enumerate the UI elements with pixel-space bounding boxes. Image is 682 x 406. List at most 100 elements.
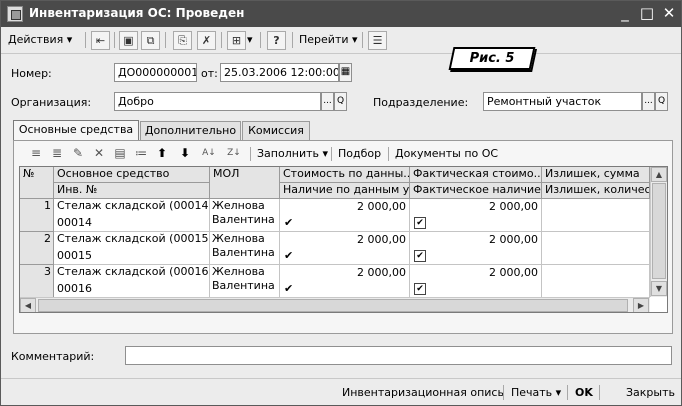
organization-label: Организация:	[11, 96, 92, 109]
fill-menu-button[interactable]: Заполнить ▾	[255, 144, 330, 163]
comment-label: Комментарий:	[11, 350, 95, 363]
date-field[interactable]: 25.03.2006 12:00:00	[220, 63, 339, 82]
column-header-inv[interactable]: Инв. №	[54, 183, 210, 199]
tab-commission[interactable]: Комиссия	[242, 121, 310, 140]
mol-name: Валентина	[212, 246, 275, 259]
cost-fact-value: 2 000,00	[489, 266, 538, 279]
table-row-mol[interactable]: Желнова Валентина	[210, 265, 280, 298]
copy-row-icon[interactable]: ≣	[50, 146, 64, 160]
department-open-icon[interactable]: Q	[655, 92, 668, 111]
table-row-cost-fact[interactable]: 2 000,00 ✔	[410, 265, 542, 298]
copy-icon[interactable]: ⎘	[173, 31, 192, 50]
minimize-button[interactable]: _	[615, 4, 635, 23]
mol-name: Валентина	[212, 279, 275, 292]
table-row-surplus[interactable]	[542, 265, 650, 298]
column-header-asset[interactable]: Основное средство	[54, 167, 210, 183]
column-header-surplus-sum[interactable]: Излишек, сумма	[542, 167, 650, 183]
tab-additional[interactable]: Дополнительно	[140, 121, 241, 140]
scroll-up-icon[interactable]: ▲	[651, 167, 667, 182]
select-button[interactable]: Подбор	[336, 144, 383, 163]
comment-field[interactable]	[125, 346, 672, 365]
end-edit-icon[interactable]: ▤	[113, 146, 127, 160]
create-based-dropdown-icon[interactable]: ▾	[247, 30, 253, 51]
table-row-cost-data[interactable]: 2 000,00 ✔	[280, 199, 410, 232]
department-field[interactable]: Ремонтный участок	[483, 92, 642, 111]
table-toolbar-divider	[331, 147, 332, 161]
move-up-icon[interactable]: ⬆	[155, 146, 169, 160]
presence-fact-checkbox[interactable]: ✔	[414, 283, 426, 295]
movements-icon[interactable]: ▣	[119, 31, 138, 50]
footer-divider	[503, 385, 504, 400]
inventory-list-button[interactable]: Инвентаризационная опись	[339, 383, 507, 402]
toolbar-divider	[292, 32, 293, 48]
table-row-mol[interactable]: Желнова Валентина	[210, 199, 280, 232]
structure-icon[interactable]: ⧉	[141, 31, 160, 50]
help-icon[interactable]: ?	[267, 31, 286, 50]
journal-icon[interactable]: ☰	[368, 31, 387, 50]
table-row-asset[interactable]: Стелаж складской (00016) 00016	[54, 265, 210, 298]
table-row-asset[interactable]: Стелаж складской (00014) 00014	[54, 199, 210, 232]
close-window-button[interactable]: ✕	[659, 4, 679, 23]
table-row-asset[interactable]: Стелаж складской (00015) 00015	[54, 232, 210, 265]
post-document-icon[interactable]: ⇤	[91, 31, 110, 50]
scroll-right-icon[interactable]: ▶	[633, 298, 649, 312]
table-row-mol[interactable]: Желнова Валентина	[210, 232, 280, 265]
horizontal-scroll-thumb[interactable]	[38, 299, 628, 312]
column-header-cost-data[interactable]: Стоимость по данны...	[280, 167, 410, 183]
row-settings-icon[interactable]: ≔	[134, 146, 148, 160]
print-menu-button[interactable]: Печать ▾	[508, 383, 564, 402]
ok-button[interactable]: OK	[572, 383, 596, 402]
scroll-down-icon[interactable]: ▼	[651, 281, 667, 296]
calendar-icon[interactable]: ▦	[339, 63, 352, 82]
delete-row-icon[interactable]: ✕	[92, 146, 106, 160]
add-row-icon[interactable]: ≡	[29, 146, 43, 160]
column-header-number[interactable]: №	[20, 167, 54, 199]
row-number: 1	[20, 199, 54, 232]
asset-inventory-number: 00016	[57, 282, 92, 295]
table-row-surplus[interactable]	[542, 199, 650, 232]
move-down-icon[interactable]: ⬇	[178, 146, 192, 160]
department-select-button[interactable]: ...	[642, 92, 655, 111]
dropdown-arrow-icon: ▾	[66, 33, 73, 46]
asset-documents-button[interactable]: Документы по ОС	[393, 144, 500, 163]
app-icon	[7, 6, 23, 22]
delete-mark-icon[interactable]: ✗	[197, 31, 216, 50]
toolbar-divider	[85, 32, 86, 48]
create-based-icon[interactable]: ⊞	[227, 31, 246, 50]
goto-menu-label: Перейти	[299, 33, 349, 46]
number-field[interactable]: ДО000000001	[114, 63, 197, 82]
presence-data-check-icon: ✔	[284, 249, 294, 262]
title-bar[interactable]: Инвентаризация ОС: Проведен _ □ ✕	[1, 1, 681, 27]
actions-menu-button[interactable]: Действия ▾	[5, 30, 75, 51]
table-row-cost-fact[interactable]: 2 000,00 ✔	[410, 232, 542, 265]
mol-surname: Желнова	[212, 265, 265, 278]
table-row-cost-data[interactable]: 2 000,00 ✔	[280, 265, 410, 298]
tab-fixed-assets[interactable]: Основные средства	[13, 120, 139, 140]
organization-select-button[interactable]: ...	[321, 92, 334, 111]
table-row-surplus[interactable]	[542, 232, 650, 265]
table-row-cost-data[interactable]: 2 000,00 ✔	[280, 232, 410, 265]
vertical-scrollbar[interactable]: ▲ ▼	[650, 167, 667, 297]
presence-fact-checkbox[interactable]: ✔	[414, 217, 426, 229]
window-title: Инвентаризация ОС: Проведен	[29, 6, 245, 20]
column-header-presence-data[interactable]: Наличие по данным у...	[280, 183, 410, 199]
column-header-presence-fact[interactable]: Фактическое наличие	[410, 183, 542, 199]
sort-descending-icon[interactable]: Z↓	[227, 146, 241, 160]
scroll-left-icon[interactable]: ◀	[20, 298, 36, 312]
column-header-surplus-qty[interactable]: Излишек, количест	[542, 183, 650, 199]
organization-field[interactable]: Добро	[114, 92, 321, 111]
organization-open-icon[interactable]: Q	[334, 92, 347, 111]
goto-menu-button[interactable]: Перейти ▾	[296, 30, 361, 51]
sort-ascending-icon[interactable]: A↓	[202, 146, 216, 160]
cost-fact-value: 2 000,00	[489, 200, 538, 213]
maximize-button[interactable]: □	[637, 4, 657, 23]
main-toolbar: Действия ▾ ⇤ ▣ ⧉ ⎘ ✗ ⊞ ▾ ? Перейти ▾ ☰	[1, 27, 681, 54]
vertical-scroll-thumb[interactable]	[652, 183, 666, 279]
column-header-cost-fact[interactable]: Фактическая стоимо...	[410, 167, 542, 183]
column-header-mol[interactable]: МОЛ	[210, 167, 280, 199]
edit-row-icon[interactable]: ✎	[71, 146, 85, 160]
presence-fact-checkbox[interactable]: ✔	[414, 250, 426, 262]
table-row-cost-fact[interactable]: 2 000,00 ✔	[410, 199, 542, 232]
close-button[interactable]: Закрыть	[623, 383, 678, 402]
horizontal-scrollbar[interactable]: ◀ ▶	[20, 297, 650, 312]
